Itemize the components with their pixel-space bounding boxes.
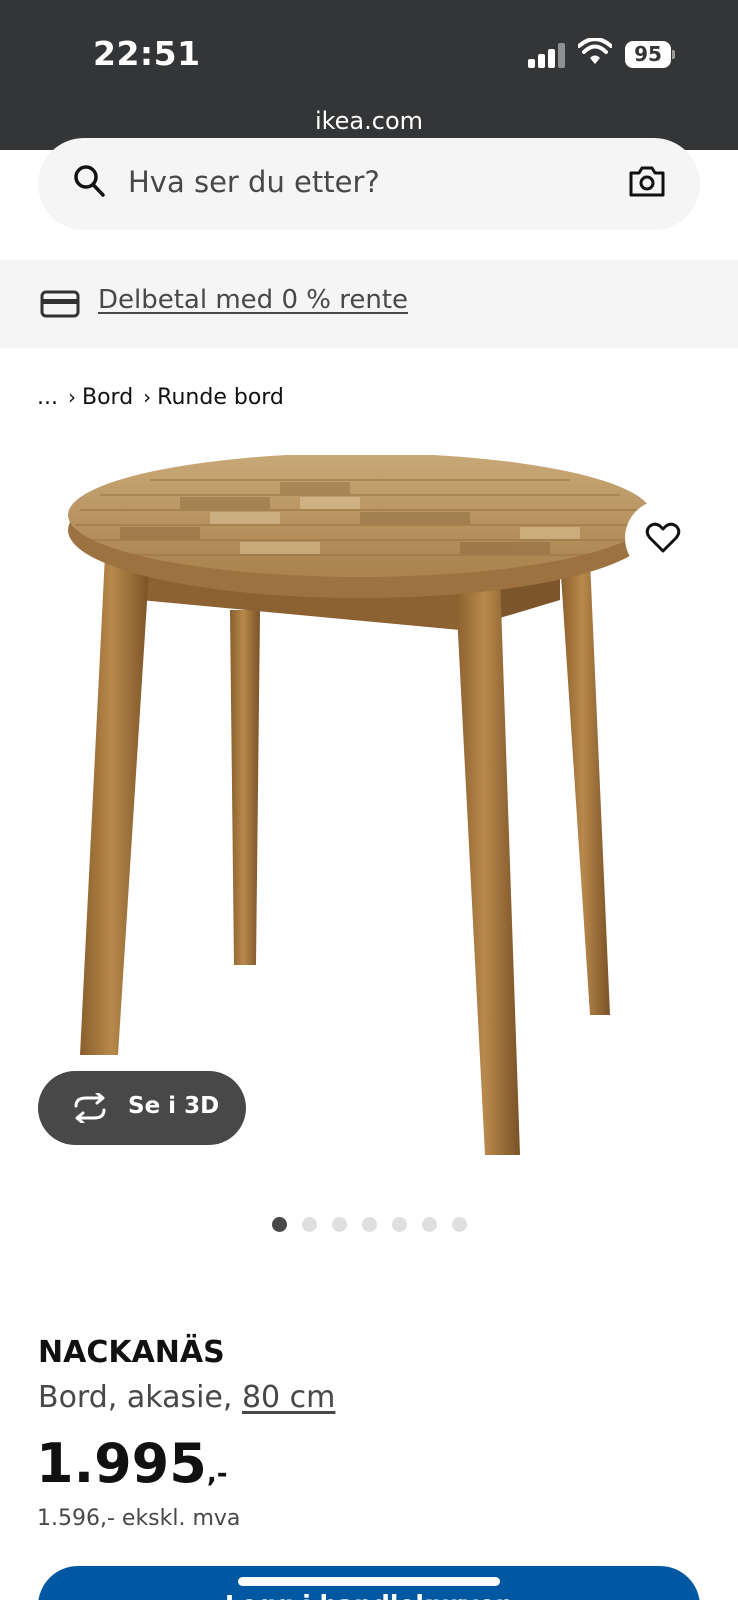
search-icon[interactable] xyxy=(72,163,106,199)
view-3d-label: Se i 3D xyxy=(128,1093,220,1119)
breadcrumb-ellipsis[interactable]: ... xyxy=(37,385,58,410)
chevron-right-icon: › xyxy=(67,385,76,409)
product-size-link[interactable]: 80 cm xyxy=(242,1380,335,1415)
product-description: Bord, akasie, 80 cm xyxy=(38,1380,335,1415)
installment-link[interactable]: Delbetal med 0 % rente xyxy=(98,285,408,315)
carousel-dot[interactable] xyxy=(332,1217,347,1232)
view-3d-button[interactable]: Se i 3D xyxy=(38,1071,246,1145)
status-time: 22:51 xyxy=(93,34,201,73)
product-name: NACKANÄS xyxy=(38,1335,225,1370)
signal-icon xyxy=(528,42,565,68)
carousel-dot[interactable] xyxy=(452,1217,467,1232)
price-value: 1.995 xyxy=(36,1432,207,1495)
rotate-3d-icon xyxy=(74,1093,106,1123)
chevron-right-icon: › xyxy=(143,385,152,409)
wifi-icon xyxy=(578,38,612,64)
heart-icon xyxy=(645,522,681,553)
card-icon xyxy=(40,290,80,318)
battery-level: 95 xyxy=(625,41,671,68)
carousel-dots xyxy=(272,1217,482,1233)
carousel-dot[interactable] xyxy=(302,1217,317,1232)
search-input[interactable] xyxy=(128,162,588,202)
home-indicator xyxy=(238,1577,500,1586)
breadcrumb: ... › Bord › Runde bord xyxy=(37,380,284,414)
battery-icon: 95 xyxy=(625,41,675,68)
carousel-dot[interactable] xyxy=(362,1217,377,1232)
promo-banner: Delbetal med 0 % rente xyxy=(0,260,738,348)
camera-icon[interactable] xyxy=(628,164,666,198)
carousel-dot[interactable] xyxy=(392,1217,407,1232)
breadcrumb-item-runde-bord[interactable]: Runde bord xyxy=(157,385,284,410)
url-label[interactable]: ikea.com xyxy=(0,107,738,135)
product-description-text: Bord, akasie, xyxy=(38,1380,242,1415)
carousel-dot[interactable] xyxy=(272,1217,287,1232)
status-bar: 22:51 95 ikea.com xyxy=(0,0,738,150)
carousel-dot[interactable] xyxy=(422,1217,437,1232)
product-price: 1.995,- xyxy=(36,1432,227,1495)
search-bar[interactable] xyxy=(38,138,700,230)
favourite-button[interactable] xyxy=(625,500,701,576)
price-ex-vat: 1.596,- ekskl. mva xyxy=(37,1506,241,1531)
breadcrumb-item-bord[interactable]: Bord xyxy=(82,385,133,410)
price-suffix: ,- xyxy=(206,1459,228,1489)
